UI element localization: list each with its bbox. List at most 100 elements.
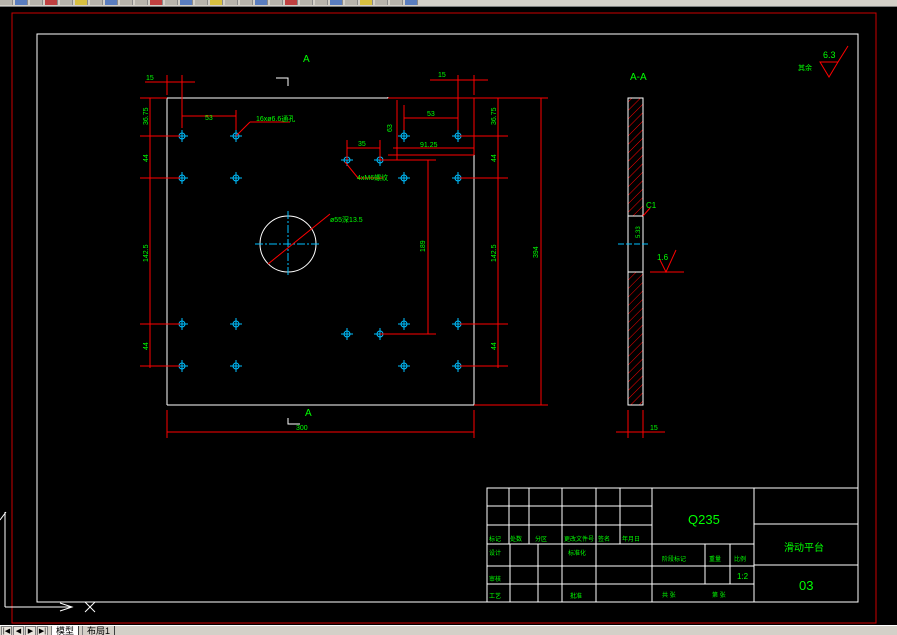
- toolbar-button[interactable]: [60, 0, 73, 5]
- hole-centerline: [398, 130, 410, 142]
- header-sign: 签名: [598, 535, 610, 543]
- section-view: A-A C1 5.33 1.6: [616, 72, 684, 438]
- dim-300: 300: [296, 425, 308, 432]
- drawing-canvas[interactable]: A A 15 53 15 53 35 91.25 16xø6.6通孔 4xM6螺…: [0, 6, 897, 625]
- dim-53-left: 53: [205, 115, 213, 122]
- toolbar-button[interactable]: [360, 0, 373, 5]
- section-label-bottom: A: [305, 408, 312, 419]
- header-weight: 重量: [709, 555, 721, 563]
- toolbar-button[interactable]: [225, 0, 238, 5]
- roughness-value: 6.3: [823, 50, 836, 60]
- tab-last-arrow[interactable]: ▶|: [37, 625, 48, 635]
- section-label-top: A: [303, 54, 310, 65]
- dim-44-1: 44: [143, 154, 150, 162]
- dim-44-2: 44: [143, 342, 150, 350]
- header-zone: 分区: [535, 535, 547, 543]
- dim-44-4: 44: [491, 342, 498, 350]
- part-name: 滑动平台: [784, 541, 824, 554]
- hole-centerline: [398, 360, 410, 372]
- hole-centerline: [230, 172, 242, 184]
- dim-91-25: 91.25: [420, 142, 438, 149]
- toolbar-button[interactable]: [405, 0, 418, 5]
- tab-next-arrow[interactable]: ▶: [25, 625, 36, 635]
- toolbar-button[interactable]: [255, 0, 268, 5]
- center-hole: [255, 211, 331, 277]
- note-center-hole: ø55深13.5: [330, 215, 363, 224]
- toolbar-button[interactable]: [330, 0, 343, 5]
- hole-centerline: [230, 360, 242, 372]
- toolbar-button[interactable]: [300, 0, 313, 5]
- hole-centerline: [398, 172, 410, 184]
- header-mark: 标记: [489, 535, 501, 543]
- cad-window: A A 15 53 15 53 35 91.25 16xø6.6通孔 4xM6螺…: [0, 0, 897, 635]
- tab-layout1[interactable]: 布局1: [82, 626, 116, 635]
- toolbar-button[interactable]: [210, 0, 223, 5]
- header-date: 年月日: [622, 535, 640, 543]
- toolbar-button[interactable]: [375, 0, 388, 5]
- toolbar-button[interactable]: [240, 0, 253, 5]
- layout-tabbar: |◀ ◀ ▶ ▶| 模型 布局1: [0, 625, 897, 635]
- dim-hole-depth: 5.33: [636, 226, 642, 238]
- header-change-doc: 更改文件号: [564, 535, 594, 543]
- header-count: 处数: [510, 535, 522, 543]
- toolbar-button[interactable]: [30, 0, 43, 5]
- tab-model[interactable]: 模型: [51, 626, 80, 635]
- ucs-icon: [0, 511, 96, 613]
- header-standardization: 标准化: [568, 549, 586, 557]
- header-sheets: 共 张: [662, 591, 676, 599]
- toolbar-button[interactable]: [165, 0, 178, 5]
- toolbar-button[interactable]: [315, 0, 328, 5]
- dim-35: 35: [358, 141, 366, 148]
- toolbar-button[interactable]: [150, 0, 163, 5]
- toolbar-button[interactable]: [180, 0, 193, 5]
- roughness-note: 其余: [798, 63, 812, 72]
- toolbar-button[interactable]: [75, 0, 88, 5]
- toolbar-button[interactable]: [135, 0, 148, 5]
- header-ratio: 比例: [734, 555, 746, 563]
- outer-frame: [11, 12, 877, 624]
- dim-142-5-right: 142.5: [491, 244, 498, 262]
- roughness-side: 1.6: [657, 253, 669, 262]
- toolbar-button[interactable]: [90, 0, 103, 5]
- toolbar-button[interactable]: [105, 0, 118, 5]
- dim-15-left: 15: [146, 75, 154, 82]
- material: Q235: [688, 512, 720, 527]
- dim-44-3: 44: [491, 154, 498, 162]
- dim-53-right: 53: [427, 111, 435, 118]
- toolbar-button[interactable]: [270, 0, 283, 5]
- header-approve: 批准: [570, 592, 582, 600]
- toolbar-button[interactable]: [345, 0, 358, 5]
- tab-prev-arrow[interactable]: ◀: [13, 625, 24, 635]
- hole-centerline: [398, 318, 410, 330]
- toolbar-button[interactable]: [0, 0, 13, 5]
- chamfer-note: C1: [646, 201, 657, 210]
- dim-189: 189: [420, 240, 427, 252]
- header-stage: 阶段标记: [662, 555, 686, 563]
- dim-394: 394: [533, 246, 540, 258]
- header-sheet: 第 张: [712, 591, 726, 599]
- toolbar-button[interactable]: [195, 0, 208, 5]
- dimension-texts: 15 53 15 53 35 91.25 16xø6.6通孔 4xM6螺纹 ø5…: [143, 72, 658, 432]
- toolbar-button[interactable]: [285, 0, 298, 5]
- dim-36-75-right: 36.75: [491, 107, 498, 125]
- note-4-threads: 4xM6螺纹: [357, 173, 388, 182]
- dimension-lines: [140, 75, 548, 438]
- section-marker-top: A: [276, 54, 310, 86]
- roughness-symbol: 6.3 其余: [798, 45, 849, 78]
- toolbar-button[interactable]: [390, 0, 403, 5]
- dim-15-bottom: 15: [650, 425, 658, 432]
- hole-centerline: [230, 318, 242, 330]
- header-design: 设计: [489, 549, 501, 557]
- toolbar-button[interactable]: [120, 0, 133, 5]
- dim-15-right: 15: [438, 72, 446, 79]
- toolbar-button[interactable]: [15, 0, 28, 5]
- toolbar-button[interactable]: [45, 0, 58, 5]
- dim-63: 63: [387, 124, 394, 132]
- inner-frame: [36, 33, 859, 603]
- tab-first-arrow[interactable]: |◀: [1, 625, 12, 635]
- hole-centerline: [341, 328, 353, 340]
- section-view-title: A-A: [630, 72, 647, 83]
- dim-142-5-left: 142.5: [143, 244, 150, 262]
- header-check: 审核: [489, 575, 501, 583]
- note-16-holes: 16xø6.6通孔: [256, 114, 295, 123]
